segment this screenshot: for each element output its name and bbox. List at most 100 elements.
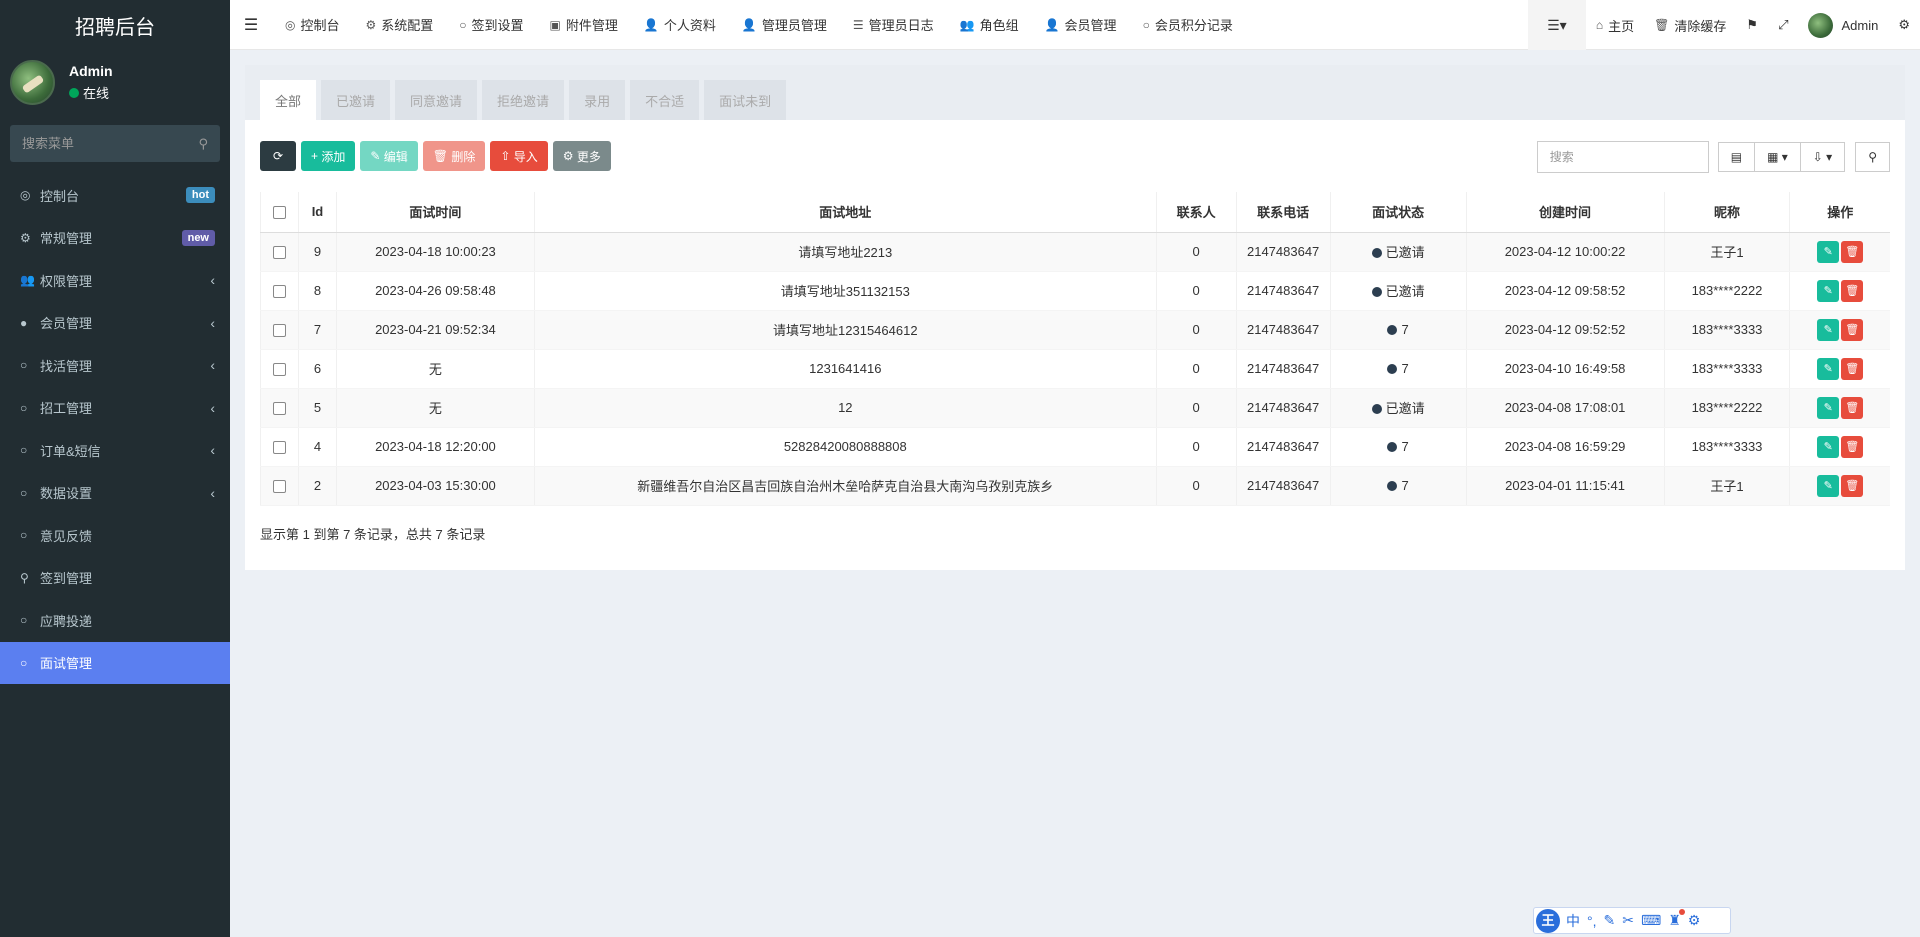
- table-row[interactable]: 4 2023-04-18 12:20:00 52828420080888808 0 21…: [260, 427, 1890, 467]
- column-header[interactable]: 面试地址: [533, 192, 1157, 233]
- row-checkbox[interactable]: [272, 480, 286, 494]
- refresh-button[interactable]: ⟳: [260, 141, 296, 171]
- row-edit-icon[interactable]: ✎: [1817, 240, 1840, 263]
- table-row[interactable]: 9 2023-04-18 10:00:23 请填写地址2213 0 2147483647…: [260, 232, 1890, 272]
- nav-menu-dropdown-icon[interactable]: ☰▾: [1527, 0, 1586, 50]
- table-row[interactable]: 6 无 1231641416 0 2147483647 7 2023-04-10 16:49…: [260, 349, 1890, 389]
- table-search-input[interactable]: [1536, 141, 1709, 173]
- sidebar-item[interactable]: ○ 订单&短信 ‹: [0, 429, 230, 472]
- top-tab[interactable]: 👥 角色组: [947, 0, 1032, 50]
- sidebar-item[interactable]: ○ 面试管理: [0, 641, 230, 684]
- column-header[interactable]: Id: [297, 192, 337, 233]
- top-tab-label: 签到设置: [471, 18, 524, 33]
- select-all-checkbox[interactable]: [272, 206, 286, 220]
- row-delete-icon[interactable]: 🗑: [1841, 396, 1864, 419]
- ime-mode-icon[interactable]: 中: [1566, 911, 1580, 931]
- top-tab[interactable]: ▣ 附件管理: [537, 0, 631, 50]
- table-row[interactable]: 5 无 12 0 2147483647 已邀请 2023-04-08 17:08:01 183…: [260, 388, 1890, 428]
- status-tab[interactable]: 已邀请: [321, 80, 391, 120]
- row-edit-icon[interactable]: ✎: [1817, 474, 1840, 497]
- row-delete-icon[interactable]: 🗑: [1841, 240, 1864, 263]
- sidebar-item[interactable]: 👥 权限管理 ‹: [0, 259, 230, 302]
- column-header[interactable]: 面试状态: [1329, 192, 1467, 233]
- sidebar-item[interactable]: ◎ 控制台 hot: [0, 174, 230, 217]
- column-header[interactable]: 昵称: [1663, 192, 1790, 233]
- clear-cache-button[interactable]: 🗑 清除缓存: [1644, 0, 1736, 50]
- row-delete-icon[interactable]: 🗑: [1841, 318, 1864, 341]
- status-tab[interactable]: 全部: [260, 80, 317, 120]
- control-sidebar-gear-icon[interactable]: ⚙: [1888, 0, 1920, 50]
- row-edit-icon[interactable]: ✎: [1817, 279, 1840, 302]
- column-header[interactable]: 联系电话: [1235, 192, 1331, 233]
- import-button[interactable]: ⇧ 导入: [490, 141, 548, 171]
- sidebar-item[interactable]: ○ 意见反馈: [0, 514, 230, 557]
- row-delete-icon[interactable]: 🗑: [1841, 474, 1864, 497]
- cell-phone: 2147483647: [1235, 466, 1331, 506]
- table-row[interactable]: 8 2023-04-26 09:58:48 请填写地址351132153 0 21474…: [260, 271, 1890, 311]
- row-delete-icon[interactable]: 🗑: [1841, 357, 1864, 380]
- ime-logo-icon[interactable]: 王: [1536, 908, 1560, 933]
- keyboard-icon[interactable]: ⌨: [1641, 912, 1661, 929]
- column-header[interactable]: 面试时间: [335, 192, 535, 233]
- ime-settings-icon[interactable]: ⚙: [1688, 912, 1701, 929]
- top-tab[interactable]: ○ 会员积分记录: [1130, 0, 1246, 50]
- table-row[interactable]: 7 2023-04-21 09:52:34 请填写地址12315464612 0 214…: [260, 310, 1890, 350]
- row-edit-icon[interactable]: ✎: [1817, 357, 1840, 380]
- row-edit-icon[interactable]: ✎: [1817, 435, 1840, 458]
- top-tab[interactable]: ☰ 管理员日志: [840, 0, 947, 50]
- row-delete-icon[interactable]: 🗑: [1841, 279, 1864, 302]
- top-tab[interactable]: 👤 管理员管理: [729, 0, 840, 50]
- sidebar-item[interactable]: ○ 数据设置 ‹: [0, 472, 230, 515]
- column-header[interactable]: 联系人: [1155, 192, 1237, 233]
- sidebar-toggle-icon[interactable]: ☰: [230, 15, 272, 35]
- sidebar-search-input[interactable]: [22, 136, 182, 151]
- language-icon[interactable]: ⚑: [1736, 0, 1768, 50]
- home-link[interactable]: ⌂ 主页: [1586, 0, 1644, 50]
- top-tab[interactable]: 👤 个人资料: [631, 0, 729, 50]
- status-tab[interactable]: 同意邀请: [395, 80, 478, 120]
- row-checkbox[interactable]: [272, 402, 286, 416]
- edit-button[interactable]: ✎ 编辑: [360, 141, 418, 171]
- sidebar-item[interactable]: ○ 招工管理 ‹: [0, 387, 230, 430]
- toggle-view-icon[interactable]: ▤: [1717, 142, 1756, 172]
- status-tab[interactable]: 不合适: [630, 80, 700, 120]
- row-checkbox[interactable]: [272, 285, 286, 299]
- row-checkbox[interactable]: [272, 246, 286, 260]
- cell-state: 已邀请: [1329, 232, 1467, 272]
- row-edit-icon[interactable]: ✎: [1817, 318, 1840, 341]
- status-tab[interactable]: 拒绝邀请: [482, 80, 565, 120]
- top-tab[interactable]: ⚙ 系统配置: [353, 0, 447, 50]
- fullscreen-icon[interactable]: ⤢: [1768, 0, 1798, 50]
- scissors-icon[interactable]: ✂: [1622, 912, 1634, 929]
- export-dropdown-icon[interactable]: ⇩ ▾: [1799, 142, 1846, 172]
- status-tab[interactable]: 面试未到: [704, 80, 787, 120]
- sidebar-item[interactable]: ○ 找活管理 ‹: [0, 344, 230, 387]
- top-tab[interactable]: ◎ 控制台: [272, 0, 353, 50]
- sidebar-item[interactable]: ● 会员管理 ‹: [0, 302, 230, 345]
- row-edit-icon[interactable]: ✎: [1817, 396, 1840, 419]
- row-delete-icon[interactable]: 🗑: [1841, 435, 1864, 458]
- search-icon[interactable]: ⚲: [198, 136, 208, 152]
- row-checkbox[interactable]: [272, 363, 286, 377]
- skin-icon[interactable]: ♜: [1668, 909, 1685, 929]
- sidebar-item[interactable]: ⚙ 常规管理 new: [0, 217, 230, 260]
- more-button[interactable]: ⚙ 更多: [552, 141, 611, 171]
- column-header[interactable]: 操作: [1789, 192, 1890, 233]
- top-tab[interactable]: ○ 签到设置: [446, 0, 536, 50]
- top-tab[interactable]: 👤 会员管理: [1032, 0, 1130, 50]
- admin-menu[interactable]: Admin: [1798, 0, 1888, 50]
- row-checkbox[interactable]: [272, 441, 286, 455]
- row-checkbox[interactable]: [272, 324, 286, 338]
- app-logo[interactable]: 招聘后台: [0, 0, 230, 50]
- punctuation-icon[interactable]: °,: [1587, 913, 1597, 929]
- delete-button[interactable]: 🗑 删除: [422, 141, 486, 171]
- columns-dropdown-icon[interactable]: ▦ ▾: [1754, 142, 1801, 172]
- advanced-search-icon[interactable]: ⚲: [1855, 142, 1890, 172]
- table-row[interactable]: 2 2023-04-03 15:30:00 新疆维吾尔自治区昌吉回族自治州木垒哈萨克…: [260, 466, 1890, 506]
- column-header[interactable]: 创建时间: [1465, 192, 1665, 233]
- handwrite-icon[interactable]: ✎: [1604, 912, 1616, 929]
- status-tab[interactable]: 录用: [569, 80, 626, 120]
- sidebar-item[interactable]: ⚲ 签到管理: [0, 557, 230, 600]
- sidebar-item[interactable]: ○ 应聘投递: [0, 599, 230, 642]
- add-button[interactable]: + 添加: [301, 141, 356, 171]
